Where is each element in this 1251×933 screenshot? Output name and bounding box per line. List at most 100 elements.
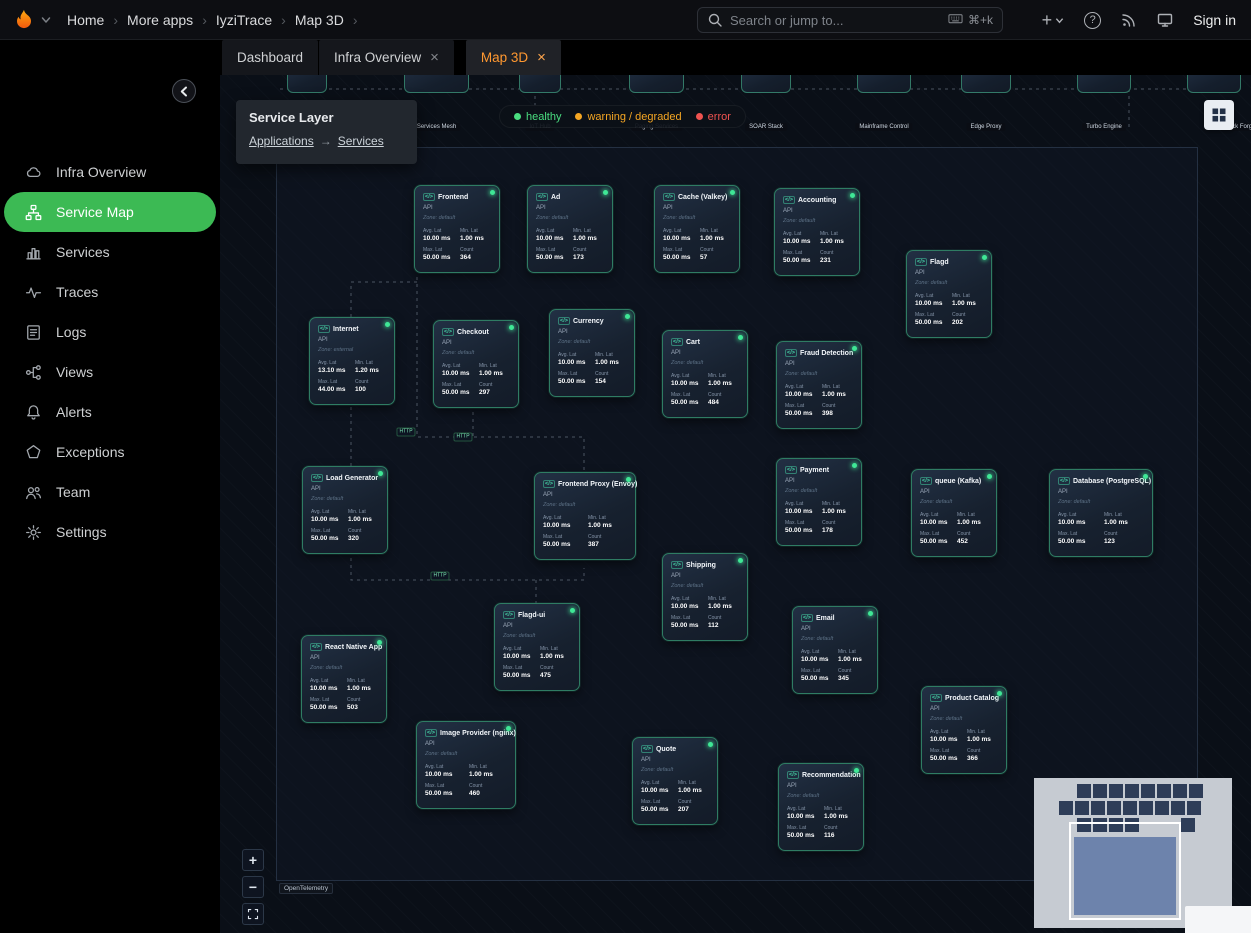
metric-label: Min. Lat <box>479 363 510 369</box>
sidebar-item-services[interactable]: Services <box>0 232 220 272</box>
display-button[interactable] <box>1157 12 1173 28</box>
keyboard-shortcut: ⌘+k <box>948 11 993 29</box>
close-tab-icon[interactable]: × <box>537 49 546 66</box>
sidebar-collapse-button[interactable] <box>172 79 196 103</box>
service-node-image-provider-nginx[interactable]: </>Image Provider (nginx)APIZone: defaul… <box>416 721 516 809</box>
metric-value: 50.00 ms <box>671 622 702 629</box>
top-node-services-mesh[interactable] <box>404 75 469 93</box>
service-node-shipping[interactable]: </>ShippingAPIZone: defaultAvg. Lat10.00… <box>662 553 748 641</box>
sidebar-item-logs[interactable]: Logs <box>0 312 220 352</box>
top-node-soar-stack[interactable] <box>741 75 791 93</box>
service-node-database-postgresql[interactable]: </>Database (PostgreSQL)APIZone: default… <box>1049 469 1153 557</box>
service-node-load-generator[interactable]: </>Load GeneratorAPIZone: defaultAvg. La… <box>302 466 388 554</box>
top-node-edge-proxy[interactable] <box>961 75 1011 93</box>
top-node-paging-services[interactable] <box>629 75 684 93</box>
help-button[interactable]: ? <box>1084 12 1101 29</box>
service-node-accounting[interactable]: </>AccountingAPIZone: defaultAvg. Lat10.… <box>774 188 860 276</box>
minimap-node-square <box>1155 801 1169 815</box>
service-node-product-catalog[interactable]: </>Product CatalogAPIZone: defaultAvg. L… <box>921 686 1007 774</box>
close-tab-icon[interactable]: × <box>430 49 439 66</box>
org-chevron-down-icon[interactable] <box>41 15 51 25</box>
top-node-turbo-engine[interactable] <box>1077 75 1131 93</box>
sidebar-item-views[interactable]: Views <box>0 352 220 392</box>
node-type: API <box>423 205 491 211</box>
metric-avg: Avg. Lat10.00 ms <box>1058 512 1098 526</box>
top-node-rack-forge[interactable] <box>1187 75 1241 93</box>
metric-value: 1.00 ms <box>822 391 853 398</box>
metric-label: Min. Lat <box>822 384 853 390</box>
fullscreen-button[interactable] <box>242 903 264 925</box>
tab-map-3d[interactable]: Map 3D× <box>466 40 561 75</box>
metric-min: Min. Lat1.00 ms <box>822 384 853 398</box>
breadcrumb-item-home[interactable]: Home <box>67 12 104 28</box>
metric-avg: Avg. Lat10.00 ms <box>783 231 814 245</box>
metric-value: 345 <box>838 675 869 682</box>
services-link[interactable]: Services <box>338 134 384 148</box>
metric-value: 10.00 ms <box>671 603 702 610</box>
sidebar-item-team[interactable]: Team <box>0 472 220 512</box>
legend-label: healthy <box>526 111 561 123</box>
tab-dashboard[interactable]: Dashboard <box>222 40 318 75</box>
breadcrumb-item-more-apps[interactable]: More apps <box>127 12 193 28</box>
zoom-in-button[interactable]: + <box>242 849 264 871</box>
top-node-mainframe-control[interactable] <box>857 75 911 93</box>
tab-infra-overview[interactable]: Infra Overview× <box>319 40 454 75</box>
metric-max: Max. Lat50.00 ms <box>641 799 672 813</box>
service-node-flagd-ui[interactable]: </>Flagd-uiAPIZone: defaultAvg. Lat10.00… <box>494 603 580 691</box>
top-node-iot-hub[interactable] <box>519 75 561 93</box>
metric-value: 10.00 ms <box>442 370 473 377</box>
add-button[interactable]: + <box>1042 11 1065 29</box>
service-node-flagd[interactable]: </>FlagdAPIZone: defaultAvg. Lat10.00 ms… <box>906 250 992 338</box>
service-map-canvas[interactable]: healthywarning / degradederror Service L… <box>220 75 1251 933</box>
status-dot-icon <box>626 477 631 482</box>
metric-value: 1.00 ms <box>700 235 731 242</box>
sidebar: Infra OverviewService MapServices Traces L… <box>0 40 220 933</box>
news-button[interactable] <box>1121 12 1137 28</box>
sidebar-item-settings[interactable]: Settings <box>0 512 220 552</box>
fullscreen-icon <box>247 908 259 920</box>
metric-min: Min. Lat1.00 ms <box>348 509 379 523</box>
top-node-label: Turbo Engine <box>1082 123 1126 131</box>
service-node-email[interactable]: </>EmailAPIZone: defaultAvg. Lat10.00 ms… <box>792 606 878 694</box>
metric-min: Min. Lat1.00 ms <box>573 228 604 242</box>
metric-label: Min. Lat <box>573 228 604 234</box>
breadcrumb-item-map-3d[interactable]: Map 3D <box>295 12 344 28</box>
service-node-ad[interactable]: </>AdAPIZone: defaultAvg. Lat10.00 msMin… <box>527 185 613 273</box>
breadcrumb-item-iyzitrace[interactable]: IyziTrace <box>216 12 272 28</box>
metric-max: Max. Lat50.00 ms <box>783 250 814 264</box>
metric-label: Max. Lat <box>915 312 946 318</box>
service-node-cart[interactable]: </>CartAPIZone: defaultAvg. Lat10.00 msM… <box>662 330 748 418</box>
sidebar-item-infra-overview[interactable]: Infra Overview <box>0 152 220 192</box>
zoom-out-button[interactable]: − <box>242 876 264 898</box>
grafana-logo-icon[interactable] <box>12 8 36 32</box>
service-node-checkout[interactable]: </>CheckoutAPIZone: defaultAvg. Lat10.00… <box>433 320 519 408</box>
service-node-react-native-app[interactable]: </>React Native AppAPIZone: defaultAvg. … <box>301 635 387 723</box>
service-node-fraud-detection[interactable]: </>Fraud DetectionAPIZone: defaultAvg. L… <box>776 341 862 429</box>
status-dot-icon <box>506 726 511 731</box>
service-node-cache-valkey[interactable]: </>Cache (Valkey)APIZone: defaultAvg. La… <box>654 185 740 273</box>
sign-in-button[interactable]: Sign in <box>1193 12 1236 28</box>
service-node-frontend-proxy-envoy[interactable]: </>Frontend Proxy (Envoy)APIZone: defaul… <box>534 472 636 560</box>
top-node-core-services[interactable] <box>287 75 327 93</box>
sidebar-item-label: Traces <box>56 284 98 300</box>
sidebar-item-alerts[interactable]: Alerts <box>0 392 220 432</box>
metric-value: 1.00 ms <box>573 235 604 242</box>
service-node-quote[interactable]: </>QuoteAPIZone: defaultAvg. Lat10.00 ms… <box>632 737 718 825</box>
node-name: queue (Kafka) <box>935 478 981 485</box>
service-node-currency[interactable]: </>CurrencyAPIZone: defaultAvg. Lat10.00… <box>549 309 635 397</box>
sidebar-item-service-map[interactable]: Service Map <box>4 192 216 232</box>
node-type: API <box>671 350 739 356</box>
service-node-internet[interactable]: </>InternetAPIZone: externalAvg. Lat13.1… <box>309 317 395 405</box>
metric-label: Max. Lat <box>930 748 961 754</box>
service-node-payment[interactable]: </>PaymentAPIZone: defaultAvg. Lat10.00 … <box>776 458 862 546</box>
service-node-frontend[interactable]: </>FrontendAPIZone: defaultAvg. Lat10.00… <box>414 185 500 273</box>
layout-grid-button[interactable] <box>1204 100 1234 130</box>
sidebar-item-traces[interactable]: Traces <box>0 272 220 312</box>
service-node-queue-kafka[interactable]: </>queue (Kafka)APIZone: defaultAvg. Lat… <box>911 469 997 557</box>
service-node-recommendation[interactable]: </>RecommendationAPIZone: defaultAvg. La… <box>778 763 864 851</box>
search-bar[interactable]: ⌘+k <box>697 7 1003 33</box>
applications-link[interactable]: Applications <box>249 134 314 148</box>
search-input[interactable] <box>730 13 941 28</box>
sidebar-item-exceptions[interactable]: Exceptions <box>0 432 220 472</box>
minimap-viewport[interactable] <box>1069 822 1181 920</box>
